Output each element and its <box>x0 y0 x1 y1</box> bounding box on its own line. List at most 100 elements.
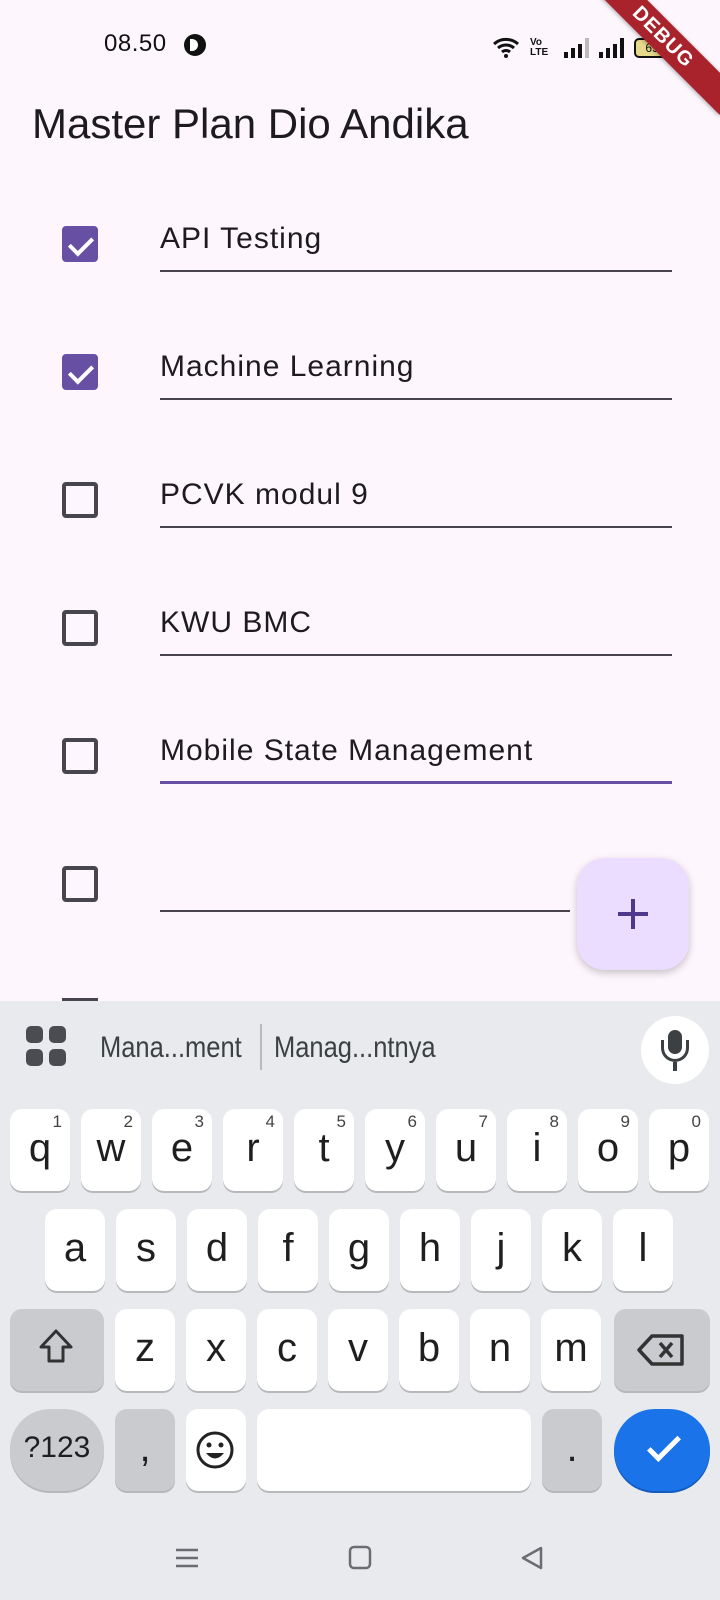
key-label: j <box>496 1226 506 1270</box>
key-label: g <box>347 1226 371 1270</box>
enter-check-icon <box>647 1428 681 1462</box>
key-label: e <box>170 1126 194 1170</box>
comma-key[interactable]: , <box>115 1409 175 1491</box>
key-label: l <box>638 1226 648 1270</box>
key-label: v <box>348 1326 368 1370</box>
key-label: z <box>135 1326 155 1370</box>
shift-key[interactable] <box>10 1309 104 1391</box>
key-label: ?123 <box>23 1431 91 1464</box>
key-m[interactable]: m <box>541 1309 601 1391</box>
suggestion-2[interactable]: Manag...ntnya <box>274 1031 436 1065</box>
key-b[interactable]: b <box>399 1309 459 1391</box>
mic-button[interactable] <box>641 1016 709 1084</box>
key-label: t <box>318 1126 330 1170</box>
task-item: Mobile State Management <box>0 690 720 818</box>
key-y[interactable]: y6 <box>365 1109 425 1191</box>
keyboard: Mana...ment Manag...ntnya q1w2e3r4t5y6u7… <box>0 1001 720 1600</box>
task-text: API Testing <box>160 222 323 255</box>
navigation-bar <box>0 1520 720 1600</box>
back-icon[interactable] <box>517 1543 547 1573</box>
key-label: c <box>277 1326 297 1370</box>
key-hint: 6 <box>407 1112 417 1131</box>
key-o[interactable]: o9 <box>578 1109 638 1191</box>
suggestion-1[interactable]: Mana...ment <box>100 1031 242 1065</box>
key-label: w <box>96 1126 126 1170</box>
backspace-key[interactable] <box>614 1309 710 1391</box>
task-checkbox[interactable] <box>62 482 98 518</box>
key-hint: 7 <box>478 1112 488 1131</box>
key-label: o <box>596 1126 620 1170</box>
task-input[interactable]: Mobile State Management <box>160 720 672 784</box>
key-label: s <box>136 1226 156 1270</box>
key-h[interactable]: h <box>400 1209 460 1291</box>
key-w[interactable]: w2 <box>81 1109 141 1191</box>
key-a[interactable]: a <box>45 1209 105 1291</box>
space-key[interactable] <box>257 1409 531 1491</box>
key-label: q <box>28 1126 52 1170</box>
key-i[interactable]: i8 <box>507 1109 567 1191</box>
task-input[interactable]: Machine Learning <box>160 336 672 400</box>
key-label: d <box>205 1226 229 1270</box>
key-f[interactable]: f <box>258 1209 318 1291</box>
key-g[interactable]: g <box>329 1209 389 1291</box>
task-checkbox[interactable] <box>62 866 98 902</box>
key-label: , <box>139 1426 151 1470</box>
menu-icon[interactable] <box>172 1543 202 1573</box>
signal-icon <box>564 36 589 58</box>
task-input[interactable]: PCVK modul 9 <box>160 464 672 528</box>
task-list: API Testing Machine Learning PCVK modul 9 K… <box>0 178 720 946</box>
key-x[interactable]: x <box>186 1309 246 1391</box>
key-k[interactable]: k <box>542 1209 602 1291</box>
key-hint: 1 <box>52 1112 62 1131</box>
key-hint: 2 <box>123 1112 133 1131</box>
task-item: KWU BMC <box>0 562 720 690</box>
key-label: f <box>282 1226 294 1270</box>
key-r[interactable]: r4 <box>223 1109 283 1191</box>
enter-key[interactable] <box>614 1409 710 1491</box>
key-t[interactable]: t5 <box>294 1109 354 1191</box>
key-l[interactable]: l <box>613 1209 673 1291</box>
key-z[interactable]: z <box>115 1309 175 1391</box>
key-label: m <box>554 1326 588 1370</box>
key-label: h <box>418 1226 442 1270</box>
backspace-icon <box>637 1334 684 1366</box>
status-time: 08.50 <box>104 30 167 57</box>
task-input[interactable] <box>160 848 570 912</box>
task-input[interactable]: API Testing <box>160 208 672 272</box>
task-item: PCVK modul 9 <box>0 434 720 562</box>
key-v[interactable]: v <box>328 1309 388 1391</box>
task-checkbox[interactable] <box>62 610 98 646</box>
task-checkbox[interactable] <box>62 738 98 774</box>
key-j[interactable]: j <box>471 1209 531 1291</box>
key-n[interactable]: n <box>470 1309 530 1391</box>
key-label: . <box>566 1426 578 1470</box>
emoji-icon <box>196 1431 234 1469</box>
suggestion-divider <box>260 1024 262 1070</box>
signal-icon <box>599 36 624 58</box>
task-input[interactable]: KWU BMC <box>160 592 672 656</box>
add-task-button[interactable] <box>577 858 689 970</box>
key-q[interactable]: q1 <box>10 1109 70 1191</box>
key-d[interactable]: d <box>187 1209 247 1291</box>
status-bar: 08.50 Vo LTE 69 <box>0 0 720 90</box>
task-text: KWU BMC <box>160 606 312 639</box>
key-c[interactable]: c <box>257 1309 317 1391</box>
wifi-icon <box>493 37 519 58</box>
symbols-key[interactable]: ?123 <box>10 1409 104 1491</box>
key-hint: 5 <box>336 1112 346 1131</box>
key-e[interactable]: e3 <box>152 1109 212 1191</box>
shift-icon <box>39 1329 73 1363</box>
key-hint: 3 <box>194 1112 204 1131</box>
key-hint: 0 <box>691 1112 701 1131</box>
period-key[interactable]: . <box>542 1409 602 1491</box>
key-s[interactable]: s <box>116 1209 176 1291</box>
task-checkbox[interactable] <box>62 354 98 390</box>
key-label: p <box>667 1126 691 1170</box>
key-u[interactable]: u7 <box>436 1109 496 1191</box>
home-icon[interactable] <box>345 1543 375 1573</box>
key-p[interactable]: p0 <box>649 1109 709 1191</box>
task-checkbox[interactable] <box>62 226 98 262</box>
task-text: PCVK modul 9 <box>160 478 369 511</box>
emoji-key[interactable] <box>186 1409 246 1491</box>
apps-grid-icon[interactable] <box>26 1026 66 1066</box>
